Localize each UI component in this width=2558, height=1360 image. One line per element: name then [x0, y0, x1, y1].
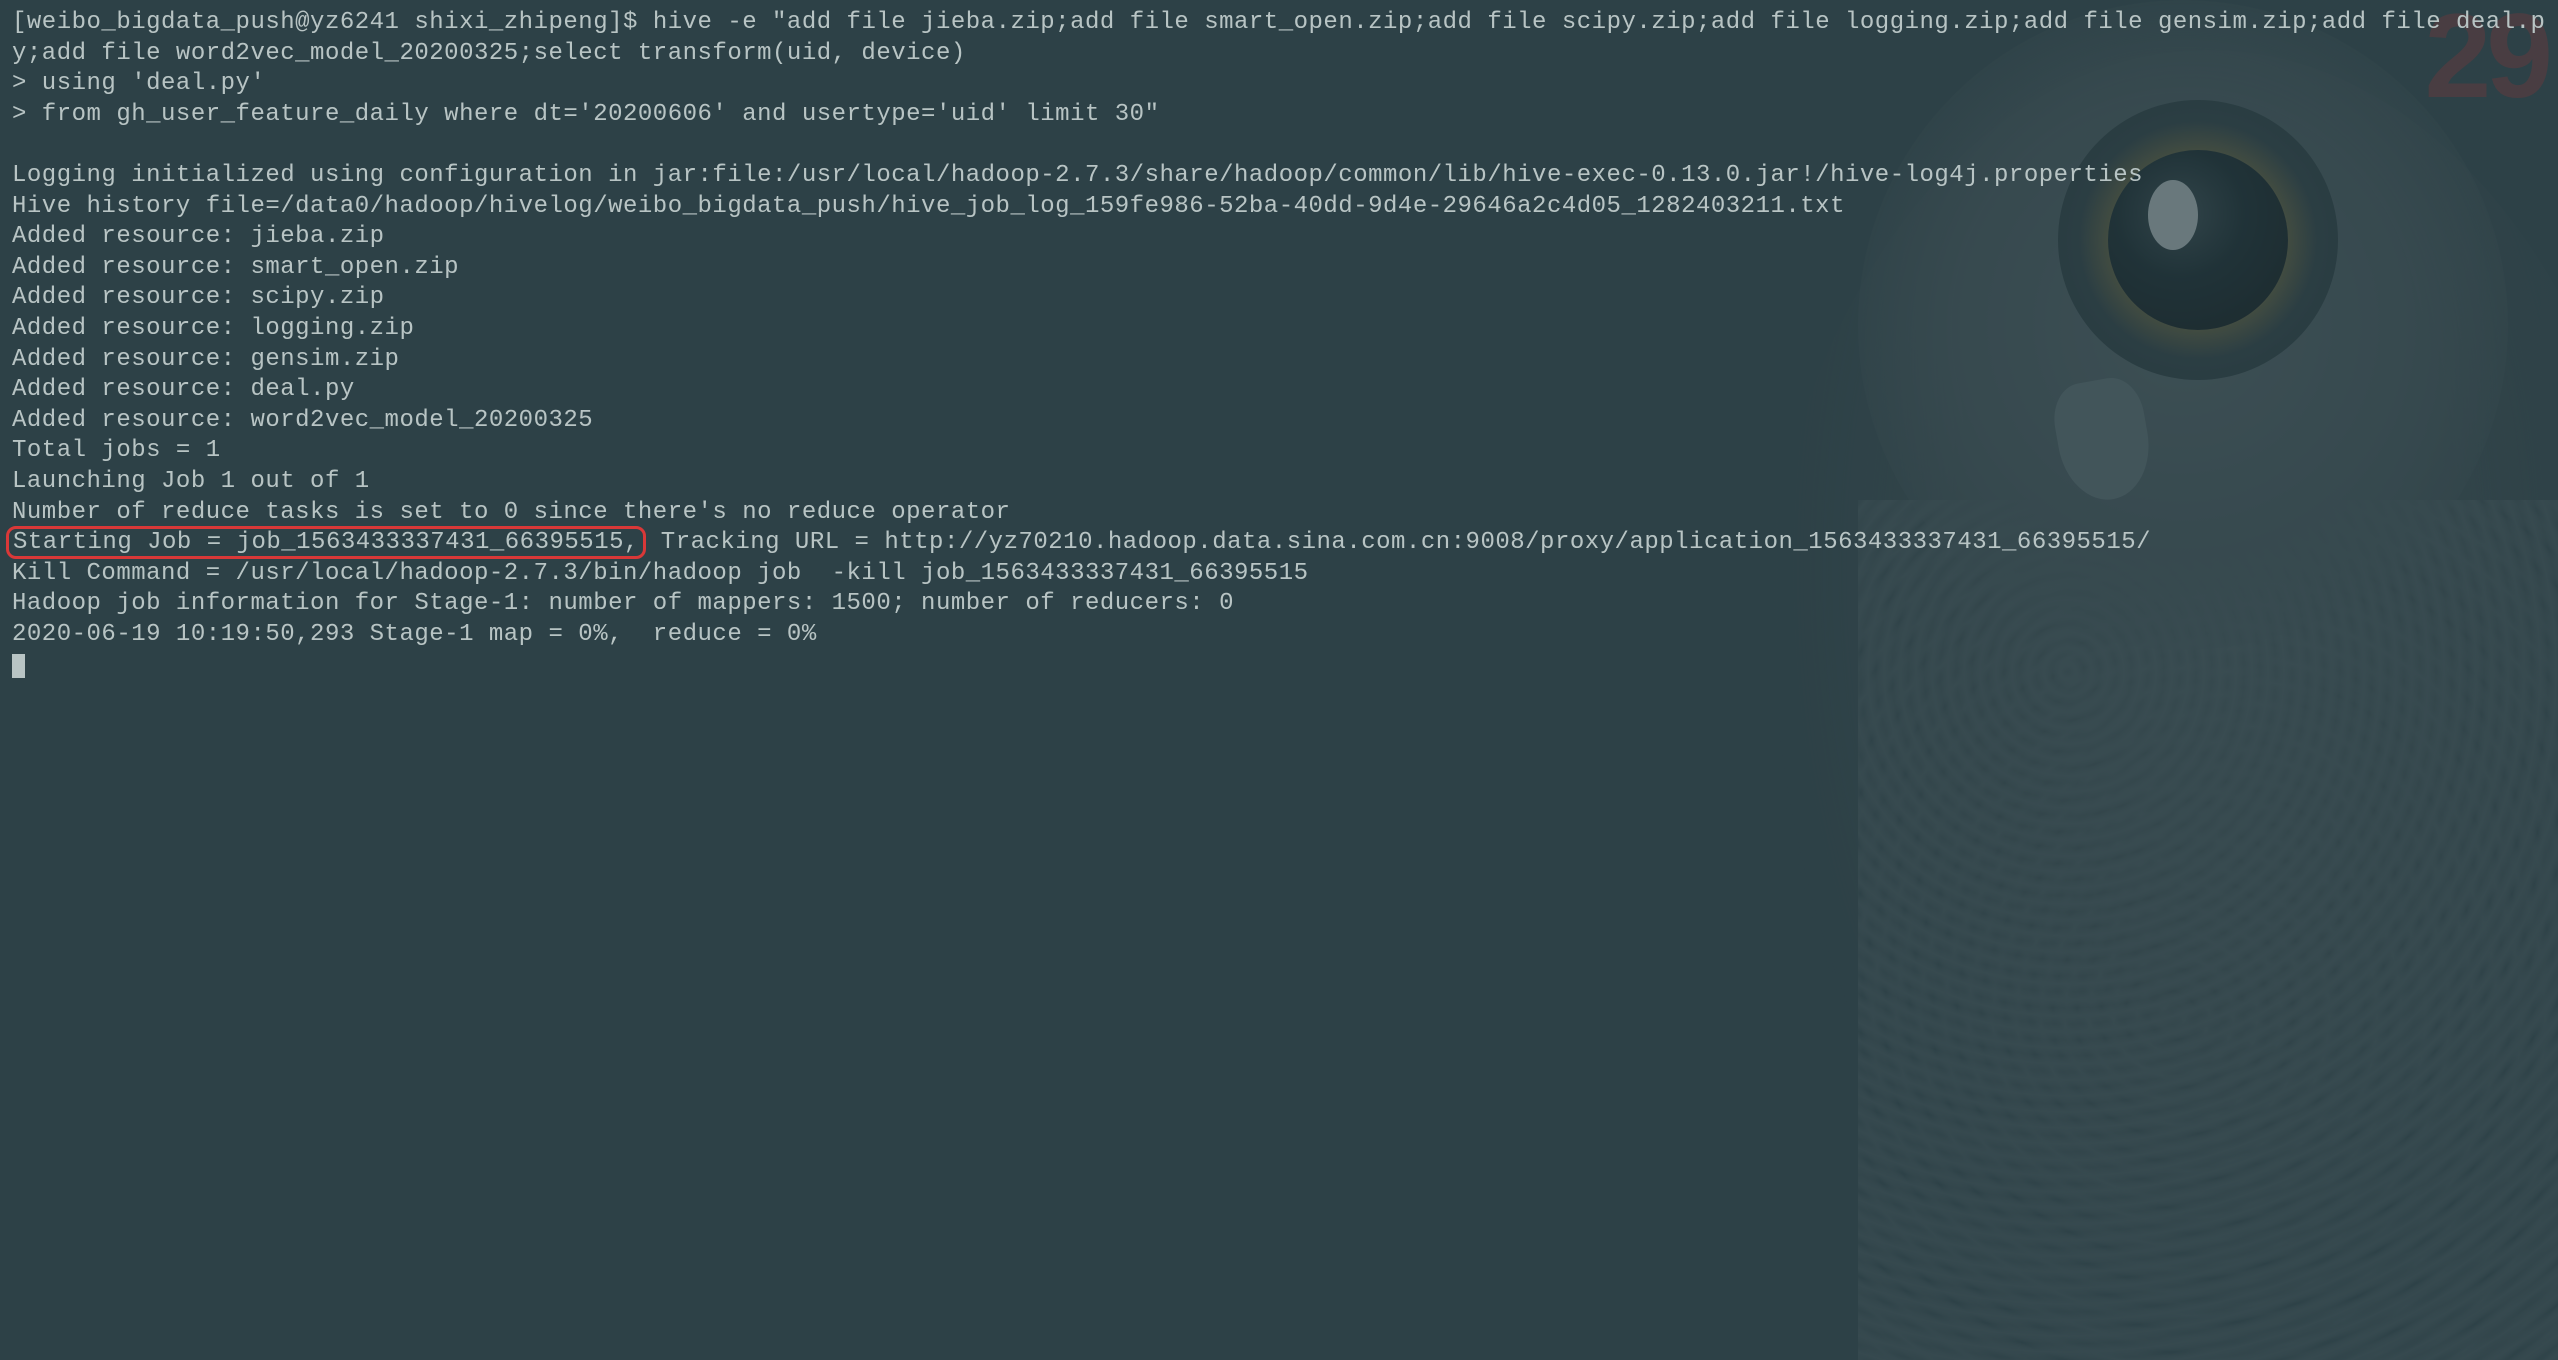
kill-command-line: Kill Command = /usr/local/hadoop-2.7.3/b…: [12, 560, 1309, 587]
added-resource-line: Added resource: scipy.zip: [12, 284, 385, 311]
added-resource-line: Added resource: jieba.zip: [12, 223, 385, 250]
command-continuation-2: > from gh_user_feature_daily where dt='2…: [12, 101, 1159, 128]
terminal-window[interactable]: [weibo_bigdata_push@yz6241 shixi_zhipeng…: [0, 0, 2558, 1356]
command-continuation-1: > using 'deal.py': [12, 70, 265, 97]
added-resource-line: Added resource: deal.py: [12, 376, 355, 403]
terminal-output: [weibo_bigdata_push@yz6241 shixi_zhipeng…: [12, 8, 2546, 681]
added-resource-line: Added resource: logging.zip: [12, 315, 414, 342]
added-resource-line: Added resource: word2vec_model_20200325: [12, 407, 593, 434]
added-resource-line: Added resource: smart_open.zip: [12, 254, 459, 281]
reduce-tasks-line: Number of reduce tasks is set to 0 since…: [12, 499, 1010, 526]
total-jobs-line: Total jobs = 1: [12, 437, 221, 464]
launching-job-line: Launching Job 1 out of 1: [12, 468, 370, 495]
tracking-url-line: Tracking URL = http://yz70210.hadoop.dat…: [646, 529, 2151, 556]
logging-init-line: Logging initialized using configuration …: [12, 162, 2143, 189]
hadoop-job-info-line: Hadoop job information for Stage-1: numb…: [12, 590, 1234, 617]
hive-history-line: Hive history file=/data0/hadoop/hivelog/…: [12, 193, 1845, 220]
shell-prompt: [weibo_bigdata_push@yz6241 shixi_zhipeng…: [12, 9, 653, 36]
progress-line: 2020-06-19 10:19:50,293 Stage-1 map = 0%…: [12, 621, 817, 648]
added-resource-line: Added resource: gensim.zip: [12, 346, 399, 373]
terminal-cursor: [12, 654, 25, 678]
starting-job-highlight: Starting Job = job_1563433337431_6639551…: [6, 526, 646, 559]
